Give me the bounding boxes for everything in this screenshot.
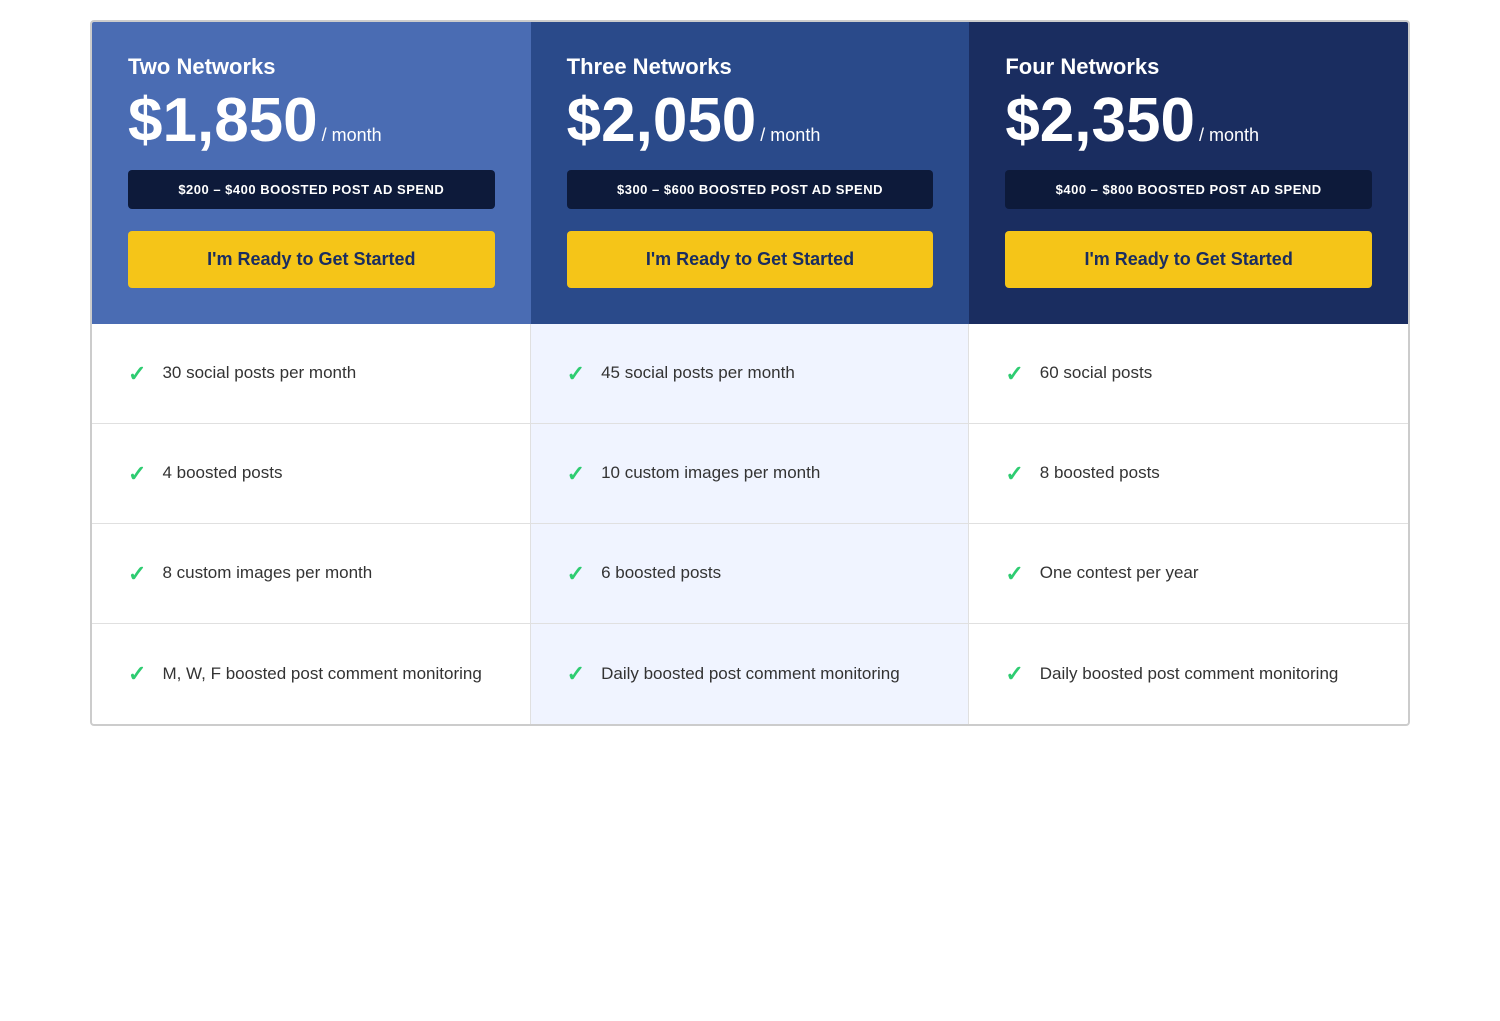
ad-spend-badge-3: $400 – $800 BOOSTED POST AD SPEND xyxy=(1005,170,1372,209)
feature-row-3-col-0: ✓ M, W, F boosted post comment monitorin… xyxy=(92,624,531,724)
feature-row-0-col-0: ✓ 30 social posts per month xyxy=(92,324,531,424)
plan-price-2: $2,050 / month xyxy=(567,90,934,152)
check-icon: ✓ xyxy=(1005,561,1023,587)
feature-row-1-col-0: ✓ 4 boosted posts xyxy=(92,424,531,524)
feature-row-2-col-1: ✓ 6 boosted posts xyxy=(531,524,970,624)
price-period-2: / month xyxy=(760,125,820,146)
feature-text: 6 boosted posts xyxy=(601,562,721,584)
price-amount-1: $1,850 xyxy=(128,90,318,152)
plan-price-1: $1,850 / month xyxy=(128,90,495,152)
feature-text: 8 boosted posts xyxy=(1040,462,1160,484)
feature-row-3-col-1: ✓ Daily boosted post comment monitoring xyxy=(531,624,970,724)
feature-row-2-col-2: ✓ One contest per year xyxy=(969,524,1408,624)
feature-text: 45 social posts per month xyxy=(601,362,795,384)
feature-text: 4 boosted posts xyxy=(162,462,282,484)
price-amount-3: $2,350 xyxy=(1005,90,1195,152)
feature-text: 30 social posts per month xyxy=(162,362,356,384)
plan-header-3: Four Networks $2,350 / month $400 – $800… xyxy=(969,22,1408,324)
feature-row-1-col-2: ✓ 8 boosted posts xyxy=(969,424,1408,524)
feature-row-2-col-0: ✓ 8 custom images per month xyxy=(92,524,531,624)
plan-price-3: $2,350 / month xyxy=(1005,90,1372,152)
price-amount-2: $2,050 xyxy=(567,90,757,152)
plan-header-1: Two Networks $1,850 / month $200 – $400 … xyxy=(92,22,531,324)
plan-name-2: Three Networks xyxy=(567,54,934,80)
feature-text: M, W, F boosted post comment monitoring xyxy=(162,663,481,685)
ad-spend-badge-1: $200 – $400 BOOSTED POST AD SPEND xyxy=(128,170,495,209)
check-icon: ✓ xyxy=(128,561,146,587)
plan-name-3: Four Networks xyxy=(1005,54,1372,80)
cta-button-1[interactable]: I'm Ready to Get Started xyxy=(128,231,495,288)
price-period-3: / month xyxy=(1199,125,1259,146)
feature-row-0-col-1: ✓ 45 social posts per month xyxy=(531,324,970,424)
feature-row-0-col-2: ✓ 60 social posts xyxy=(969,324,1408,424)
check-icon: ✓ xyxy=(567,561,585,587)
check-icon: ✓ xyxy=(1005,361,1023,387)
price-period-1: / month xyxy=(322,125,382,146)
feature-text: Daily boosted post comment monitoring xyxy=(601,663,900,685)
ad-spend-badge-2: $300 – $600 BOOSTED POST AD SPEND xyxy=(567,170,934,209)
features-grid: ✓ 30 social posts per month ✓ 45 social … xyxy=(92,324,1408,724)
feature-text: 10 custom images per month xyxy=(601,462,820,484)
check-icon: ✓ xyxy=(567,361,585,387)
check-icon: ✓ xyxy=(1005,461,1023,487)
check-icon: ✓ xyxy=(567,661,585,687)
cta-button-2[interactable]: I'm Ready to Get Started xyxy=(567,231,934,288)
pricing-table: Two Networks $1,850 / month $200 – $400 … xyxy=(90,20,1410,726)
feature-text: One contest per year xyxy=(1040,562,1199,584)
feature-text: 8 custom images per month xyxy=(162,562,372,584)
plan-header-2: Three Networks $2,050 / month $300 – $60… xyxy=(531,22,970,324)
pricing-header: Two Networks $1,850 / month $200 – $400 … xyxy=(92,22,1408,324)
feature-text: 60 social posts xyxy=(1040,362,1152,384)
feature-row-1-col-1: ✓ 10 custom images per month xyxy=(531,424,970,524)
check-icon: ✓ xyxy=(128,361,146,387)
check-icon: ✓ xyxy=(128,461,146,487)
feature-text: Daily boosted post comment monitoring xyxy=(1040,663,1339,685)
cta-button-3[interactable]: I'm Ready to Get Started xyxy=(1005,231,1372,288)
check-icon: ✓ xyxy=(1005,661,1023,687)
check-icon: ✓ xyxy=(567,461,585,487)
feature-row-3-col-2: ✓ Daily boosted post comment monitoring xyxy=(969,624,1408,724)
check-icon: ✓ xyxy=(128,661,146,687)
plan-name-1: Two Networks xyxy=(128,54,495,80)
